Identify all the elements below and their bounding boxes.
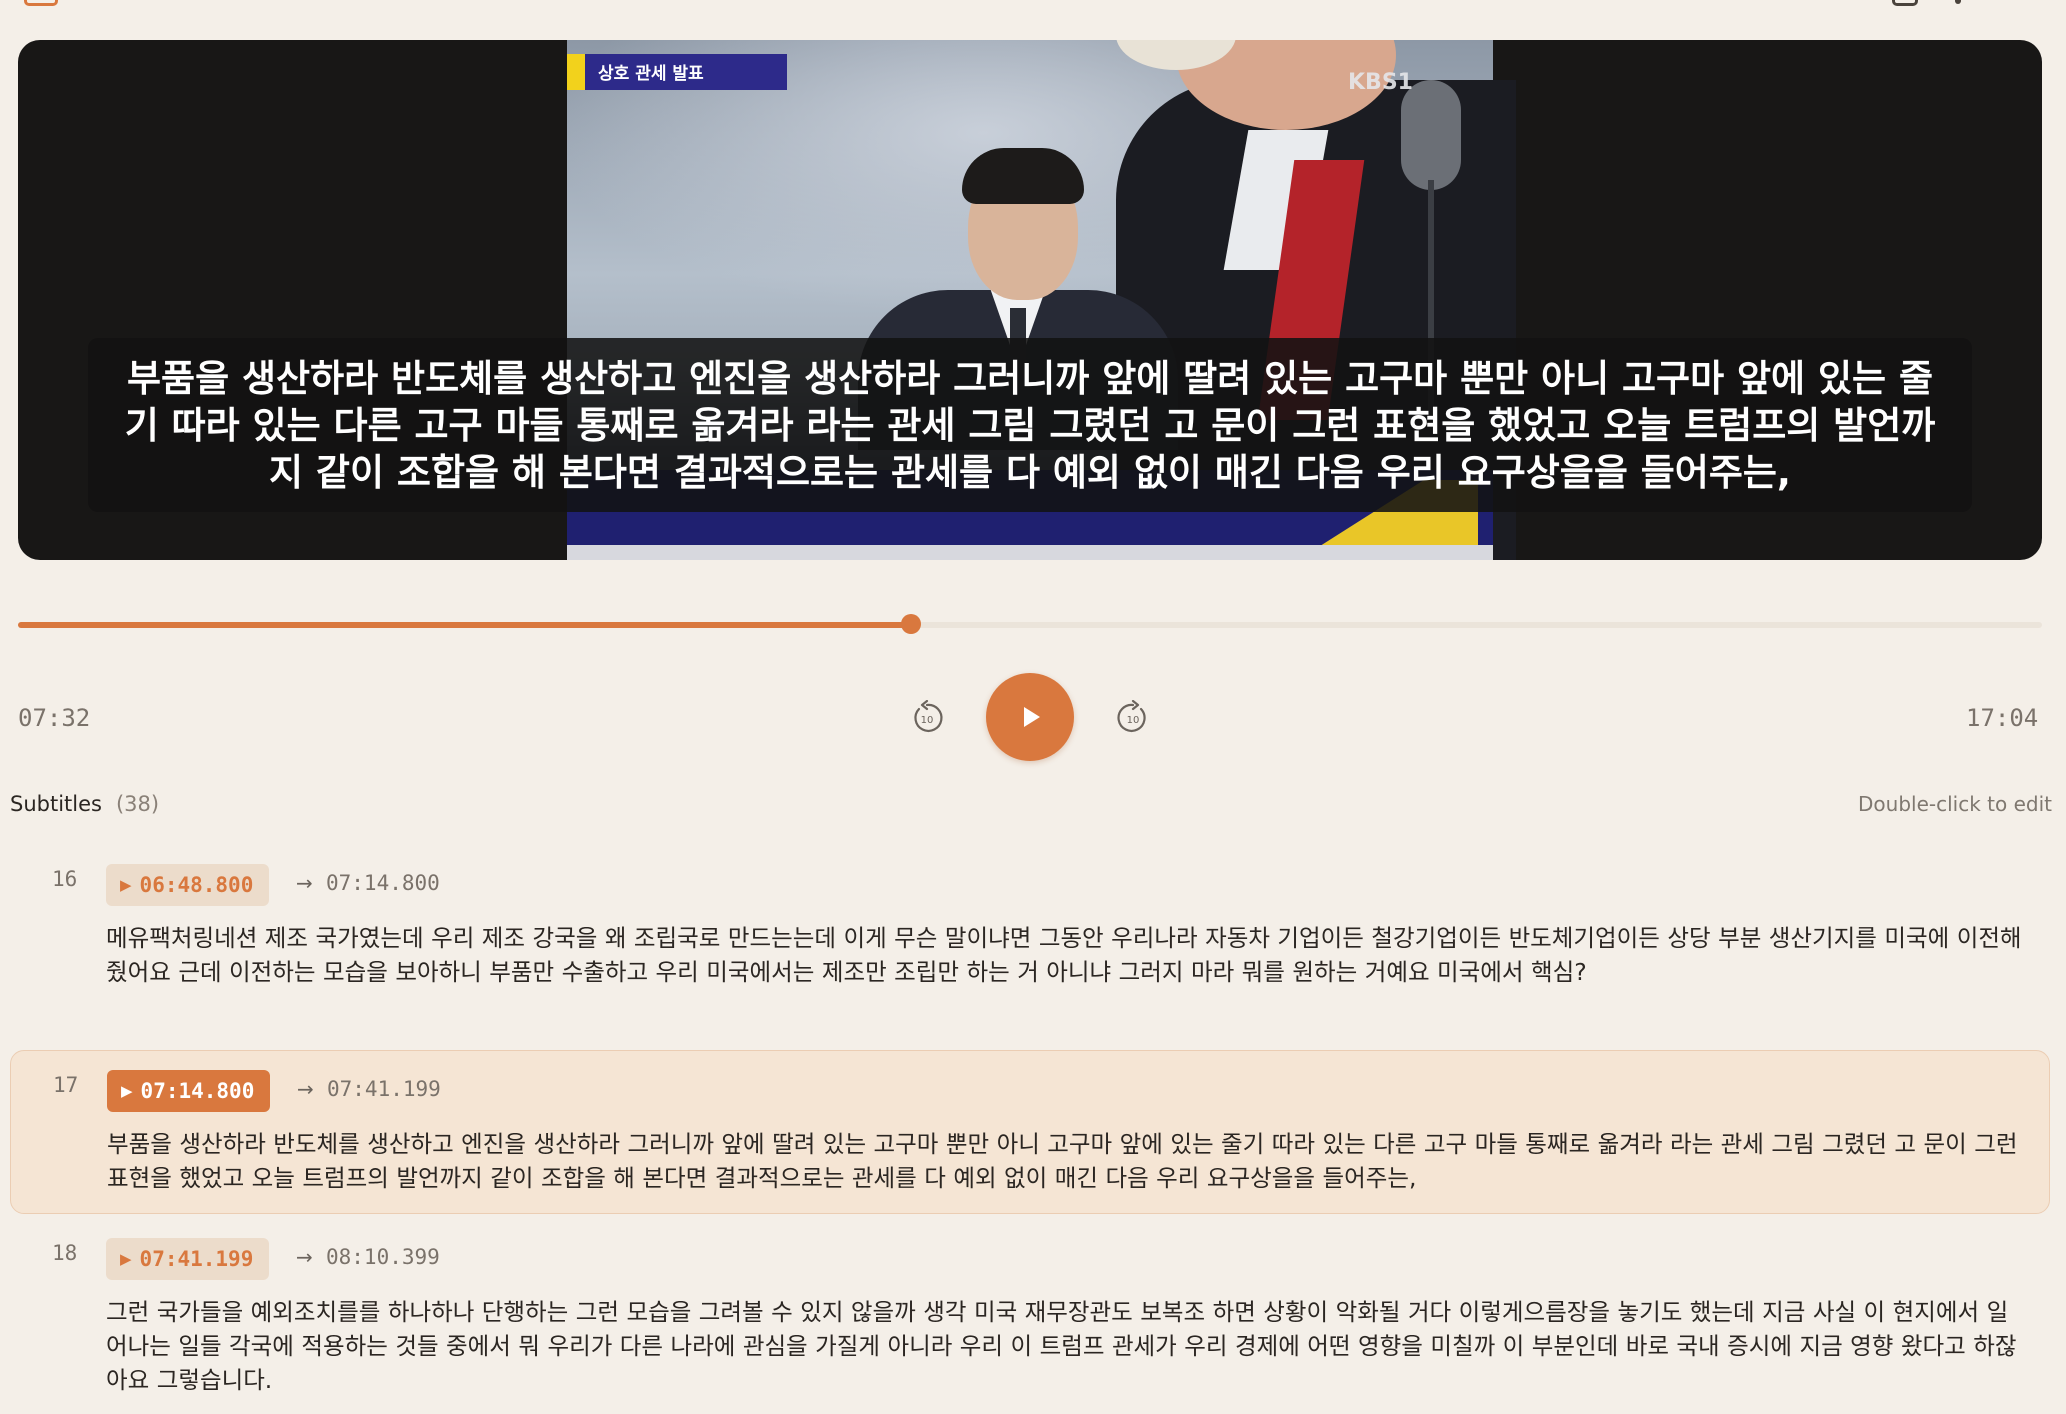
subtitles-title: Subtitles [10, 792, 102, 816]
channel-logo: KBS1 [1348, 70, 1413, 95]
broadcast-badge-text: 상호 관세 발표 [598, 64, 704, 84]
cue-index: 18 [52, 1241, 78, 1265]
forward-10-button[interactable]: 10 [1115, 699, 1151, 736]
forward-10-label: 10 [1127, 715, 1140, 726]
cue-start-button[interactable]: ▶ 07:41.199 [106, 1238, 270, 1280]
more-icon[interactable] [1955, 0, 1961, 4]
subtitle-cue[interactable]: 18 ▶ 07:41.199 → 08:10.399 그런 국가들을 예외조치를… [10, 1227, 2050, 1414]
cue-start-time: 07:41.199 [139, 1247, 254, 1271]
rewind-10-button[interactable]: 10 [909, 699, 945, 736]
cue-start-time: 06:48.800 [139, 873, 254, 897]
cue-end-time: 07:14.800 [326, 871, 440, 895]
subtitles-heading: Subtitles (38) [10, 792, 159, 816]
seek-bar-fill [18, 622, 911, 628]
cue-end-time: 07:41.199 [327, 1077, 441, 1101]
top-bar [0, 0, 2066, 14]
play-triangle-icon: ▶ [121, 1082, 133, 1100]
document-icon [24, 0, 58, 6]
cue-start-time: 07:14.800 [140, 1079, 255, 1103]
rewind-10-label: 10 [921, 715, 934, 726]
arrow-right-icon: → [296, 871, 313, 895]
play-icon [1024, 707, 1040, 727]
cue-text[interactable]: 부품을 생산하라 반도체를 생산하고 엔진을 생산하라 그러니까 앞에 딸려 있… [107, 1127, 2027, 1195]
play-triangle-icon: ▶ [120, 876, 132, 894]
microphone-figure [1401, 80, 1461, 190]
cue-start-button[interactable]: ▶ 07:14.800 [107, 1070, 271, 1112]
current-time: 07:32 [18, 704, 91, 732]
arrow-right-icon: → [296, 1245, 313, 1269]
arrow-right-icon: → [297, 1077, 314, 1101]
video-caption-text: 부품을 생산하라 반도체를 생산하고 엔진을 생산하라 그러니까 앞에 딸려 있… [124, 356, 1936, 494]
seek-handle[interactable] [901, 614, 921, 634]
subtitles-count: (38) [115, 792, 160, 816]
play-button[interactable] [986, 673, 1074, 761]
edit-hint: Double-click to edit [1858, 792, 2052, 816]
rewind-10-icon: 10 [914, 699, 943, 732]
cue-text[interactable]: 메유팩처링네션 제조 국가였는데 우리 제조 강국을 왜 조립국로 만드는는데 … [106, 921, 2026, 989]
total-time: 17:04 [1966, 704, 2039, 732]
cue-index: 16 [52, 867, 78, 891]
subtitle-cue-active[interactable]: 17 ▶ 07:14.800 → 07:41.199 부품을 생산하라 반도체를… [10, 1050, 2050, 1214]
cue-text[interactable]: 그런 국가들을 예외조치를를 하나하나 단행하는 그런 모습을 그려볼 수 있지… [106, 1295, 2026, 1397]
export-icon[interactable] [1892, 0, 1918, 6]
cue-start-button[interactable]: ▶ 06:48.800 [106, 864, 270, 906]
video-caption-overlay: 부품을 생산하라 반도체를 생산하고 엔진을 생산하라 그러니까 앞에 딸려 있… [88, 338, 1972, 512]
forward-10-icon: 10 [1117, 699, 1146, 732]
cue-index: 17 [53, 1073, 79, 1097]
cue-end-time: 08:10.399 [326, 1245, 440, 1269]
play-triangle-icon: ▶ [120, 1250, 132, 1268]
subtitle-cue[interactable]: 16 ▶ 06:48.800 → 07:14.800 메유팩처링네션 제조 국가… [10, 855, 2050, 1025]
video-player[interactable]: 상호 관세 발표 KBS1 부품을 생산하라 반도체를 생산하고 엔진을 생산하… [18, 40, 2042, 560]
